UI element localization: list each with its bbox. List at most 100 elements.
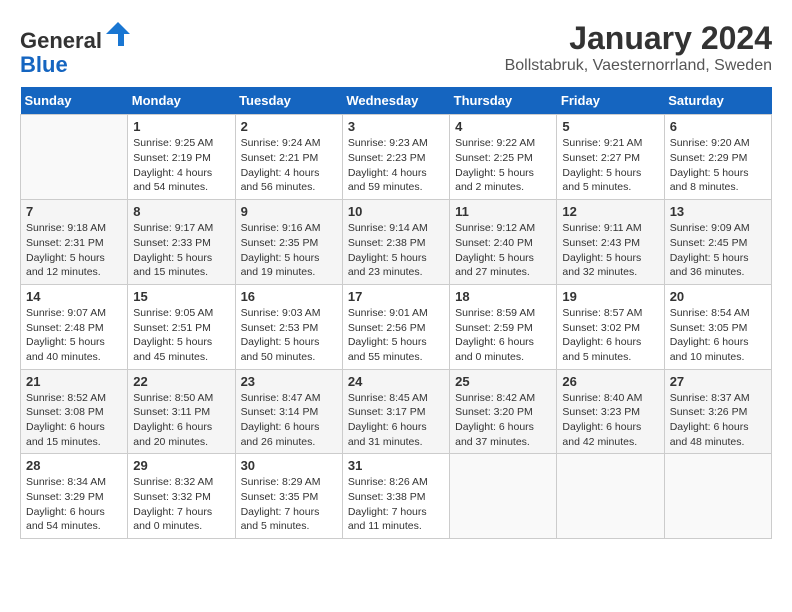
day-number: 6 [670,119,766,134]
day-info: Sunrise: 9:14 AMSunset: 2:38 PMDaylight:… [348,221,444,280]
calendar-cell: 29 Sunrise: 8:32 AMSunset: 3:32 PMDayligh… [128,454,235,539]
subtitle: Bollstabruk, Vaesternorrland, Sweden [505,57,772,75]
logo-icon [104,20,132,48]
day-info: Sunrise: 9:20 AMSunset: 2:29 PMDaylight:… [670,136,766,195]
calendar-cell: 14 Sunrise: 9:07 AMSunset: 2:48 PMDayligh… [21,284,128,369]
day-info: Sunrise: 8:26 AMSunset: 3:38 PMDaylight:… [348,475,444,534]
day-info: Sunrise: 9:17 AMSunset: 2:33 PMDaylight:… [133,221,229,280]
day-info: Sunrise: 8:57 AMSunset: 3:02 PMDaylight:… [562,306,658,365]
day-number: 8 [133,204,229,219]
calendar-cell: 25 Sunrise: 8:42 AMSunset: 3:20 PMDayligh… [450,369,557,454]
calendar-cell: 22 Sunrise: 8:50 AMSunset: 3:11 PMDayligh… [128,369,235,454]
calendar-cell [664,454,771,539]
calendar-header-row: SundayMondayTuesdayWednesdayThursdayFrid… [21,87,772,115]
calendar-cell: 10 Sunrise: 9:14 AMSunset: 2:38 PMDayligh… [342,200,449,285]
logo: General Blue [20,20,132,77]
calendar-header-tuesday: Tuesday [235,87,342,115]
calendar-cell: 1Sunrise: 9:25 AMSunset: 2:19 PMDaylight… [128,115,235,200]
day-info: Sunrise: 9:24 AMSunset: 2:21 PMDaylight:… [241,136,337,195]
day-info: Sunrise: 9:12 AMSunset: 2:40 PMDaylight:… [455,221,551,280]
calendar-week-row: 14 Sunrise: 9:07 AMSunset: 2:48 PMDayligh… [21,284,772,369]
calendar-cell: 4Sunrise: 9:22 AMSunset: 2:25 PMDaylight… [450,115,557,200]
day-info: Sunrise: 8:47 AMSunset: 3:14 PMDaylight:… [241,391,337,450]
day-info: Sunrise: 8:59 AMSunset: 2:59 PMDaylight:… [455,306,551,365]
calendar-week-row: 28 Sunrise: 8:34 AMSunset: 3:29 PMDayligh… [21,454,772,539]
day-number: 22 [133,374,229,389]
day-number: 2 [241,119,337,134]
calendar-cell: 2 Sunrise: 9:24 AMSunset: 2:21 PMDaylight… [235,115,342,200]
day-number: 5 [562,119,658,134]
calendar-cell: 27Sunrise: 8:37 AMSunset: 3:26 PMDayligh… [664,369,771,454]
day-number: 4 [455,119,551,134]
day-number: 26 [562,374,658,389]
day-info: Sunrise: 8:54 AMSunset: 3:05 PMDaylight:… [670,306,766,365]
calendar-week-row: 1Sunrise: 9:25 AMSunset: 2:19 PMDaylight… [21,115,772,200]
calendar-cell: 16 Sunrise: 9:03 AMSunset: 2:53 PMDayligh… [235,284,342,369]
calendar-header-monday: Monday [128,87,235,115]
day-info: Sunrise: 8:50 AMSunset: 3:11 PMDaylight:… [133,391,229,450]
day-info: Sunrise: 8:32 AMSunset: 3:32 PMDaylight:… [133,475,229,534]
day-number: 24 [348,374,444,389]
calendar-cell: 15Sunrise: 9:05 AMSunset: 2:51 PMDayligh… [128,284,235,369]
day-number: 9 [241,204,337,219]
logo-general: General [20,28,102,53]
day-number: 27 [670,374,766,389]
day-number: 29 [133,458,229,473]
calendar-cell: 18 Sunrise: 8:59 AMSunset: 2:59 PMDayligh… [450,284,557,369]
day-number: 14 [26,289,122,304]
calendar-cell: 12 Sunrise: 9:11 AMSunset: 2:43 PMDayligh… [557,200,664,285]
day-info: Sunrise: 8:34 AMSunset: 3:29 PMDaylight:… [26,475,122,534]
calendar-cell: 24Sunrise: 8:45 AMSunset: 3:17 PMDayligh… [342,369,449,454]
calendar-cell [450,454,557,539]
calendar-cell: 20 Sunrise: 8:54 AMSunset: 3:05 PMDayligh… [664,284,771,369]
day-info: Sunrise: 9:07 AMSunset: 2:48 PMDaylight:… [26,306,122,365]
calendar-cell [557,454,664,539]
day-number: 17 [348,289,444,304]
day-info: Sunrise: 9:01 AMSunset: 2:56 PMDaylight:… [348,306,444,365]
day-number: 16 [241,289,337,304]
day-info: Sunrise: 9:18 AMSunset: 2:31 PMDaylight:… [26,221,122,280]
day-number: 21 [26,374,122,389]
day-number: 28 [26,458,122,473]
day-info: Sunrise: 8:42 AMSunset: 3:20 PMDaylight:… [455,391,551,450]
calendar-header-thursday: Thursday [450,87,557,115]
day-number: 20 [670,289,766,304]
day-info: Sunrise: 8:52 AMSunset: 3:08 PMDaylight:… [26,391,122,450]
day-number: 10 [348,204,444,219]
day-number: 19 [562,289,658,304]
day-number: 25 [455,374,551,389]
day-number: 1 [133,119,229,134]
day-info: Sunrise: 8:40 AMSunset: 3:23 PMDaylight:… [562,391,658,450]
day-number: 7 [26,204,122,219]
title-section: January 2024 Bollstabruk, Vaesternorrlan… [505,20,772,75]
calendar-cell: 8 Sunrise: 9:17 AMSunset: 2:33 PMDaylight… [128,200,235,285]
calendar-cell: 19 Sunrise: 8:57 AMSunset: 3:02 PMDayligh… [557,284,664,369]
calendar-cell: 26 Sunrise: 8:40 AMSunset: 3:23 PMDayligh… [557,369,664,454]
calendar-cell: 30 Sunrise: 8:29 AMSunset: 3:35 PMDayligh… [235,454,342,539]
day-info: Sunrise: 9:09 AMSunset: 2:45 PMDaylight:… [670,221,766,280]
day-number: 18 [455,289,551,304]
day-number: 15 [133,289,229,304]
main-title: January 2024 [505,20,772,57]
day-info: Sunrise: 9:16 AMSunset: 2:35 PMDaylight:… [241,221,337,280]
day-info: Sunrise: 8:29 AMSunset: 3:35 PMDaylight:… [241,475,337,534]
page-header: General Blue January 2024 Bollstabruk, V… [20,20,772,77]
day-number: 30 [241,458,337,473]
day-number: 11 [455,204,551,219]
calendar-header-saturday: Saturday [664,87,771,115]
day-number: 31 [348,458,444,473]
calendar-cell: 21 Sunrise: 8:52 AMSunset: 3:08 PMDayligh… [21,369,128,454]
day-number: 23 [241,374,337,389]
calendar-cell: 31 Sunrise: 8:26 AMSunset: 3:38 PMDayligh… [342,454,449,539]
calendar-table: SundayMondayTuesdayWednesdayThursdayFrid… [20,87,772,539]
calendar-week-row: 7 Sunrise: 9:18 AMSunset: 2:31 PMDaylight… [21,200,772,285]
day-number: 13 [670,204,766,219]
calendar-cell: 9 Sunrise: 9:16 AMSunset: 2:35 PMDaylight… [235,200,342,285]
day-number: 12 [562,204,658,219]
day-info: Sunrise: 9:11 AMSunset: 2:43 PMDaylight:… [562,221,658,280]
logo-blue: Blue [20,52,68,77]
calendar-cell: 28 Sunrise: 8:34 AMSunset: 3:29 PMDayligh… [21,454,128,539]
calendar-cell: 5Sunrise: 9:21 AMSunset: 2:27 PMDaylight… [557,115,664,200]
calendar-header-wednesday: Wednesday [342,87,449,115]
day-info: Sunrise: 9:03 AMSunset: 2:53 PMDaylight:… [241,306,337,365]
